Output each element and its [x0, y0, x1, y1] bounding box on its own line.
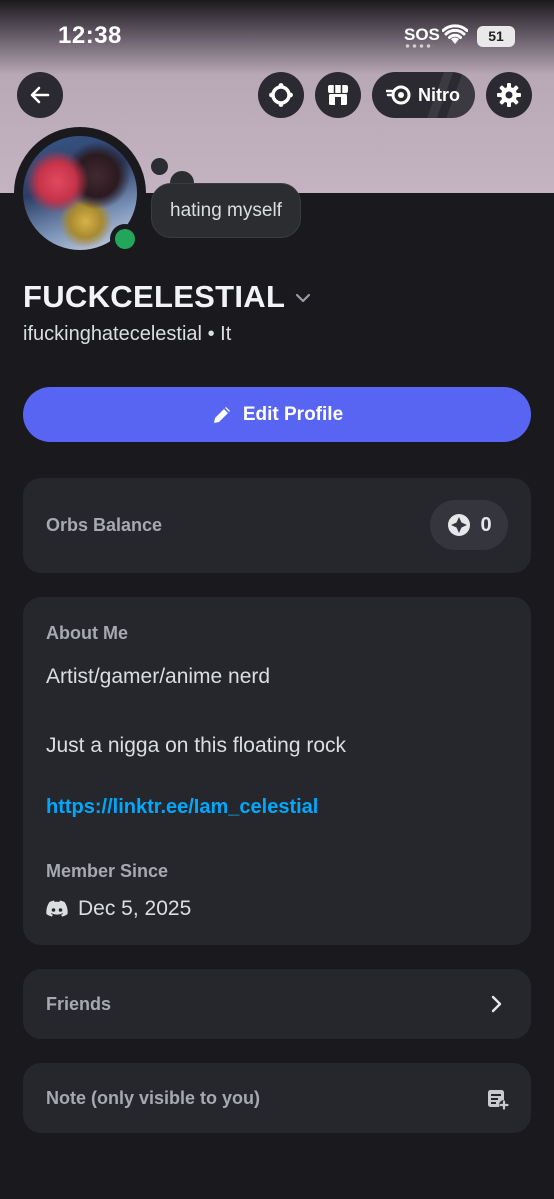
member-since-row: Dec 5, 2025: [46, 897, 191, 921]
about-me-line-1: Artist/gamer/anime nerd: [46, 665, 271, 688]
orbs-count: 0: [480, 513, 492, 536]
edit-profile-label: Edit Profile: [242, 403, 344, 425]
pencil-icon: [213, 406, 230, 423]
username: ifuckinghatecelestial: [23, 323, 202, 345]
display-name: FUCKCELESTIAL: [23, 279, 286, 314]
about-me-line-2: Just a nigga on this floating rock: [46, 734, 347, 757]
about-me-link[interactable]: https://linktr.ee/Iam_celestial: [46, 796, 318, 819]
chevron-right-icon: [491, 995, 502, 1013]
shop-button[interactable]: [315, 72, 361, 118]
note-label: Note (only visible to you): [46, 1088, 261, 1108]
status-bubble-dot-small: [151, 158, 168, 175]
status-bar: 12:38 SOS 51: [0, 0, 554, 72]
nitro-icon: [386, 85, 411, 105]
note-row[interactable]: Note (only visible to you): [23, 1063, 531, 1133]
nitro-label: Nitro: [418, 84, 460, 105]
battery-icon: 51: [477, 26, 515, 47]
pronouns: It: [220, 323, 232, 345]
online-dot: [115, 229, 135, 249]
custom-status-bubble[interactable]: hating myself: [151, 183, 301, 238]
wifi-icon: [442, 24, 468, 44]
chevron-down-icon[interactable]: [293, 288, 313, 308]
friends-label: Friends: [46, 994, 112, 1014]
settings-button[interactable]: [486, 72, 532, 118]
sos-indicator: SOS: [404, 25, 440, 44]
quest-icon: [269, 83, 293, 107]
friends-row[interactable]: Friends: [23, 969, 531, 1039]
back-arrow-icon: [30, 86, 50, 104]
member-since-date: Dec 5, 2025: [78, 897, 192, 920]
gear-icon: [497, 83, 521, 107]
orbs-balance-label: Orbs Balance: [46, 515, 163, 535]
signal-dots: [404, 44, 434, 48]
about-me-card: About Me Artist/gamer/anime nerd Just a …: [23, 597, 531, 945]
orbs-balance-pill[interactable]: 0: [430, 500, 508, 550]
status-time: 12:38: [58, 22, 122, 49]
member-since-heading: Member Since: [46, 861, 169, 881]
orbs-balance-card[interactable]: Orbs Balance 0: [23, 478, 531, 573]
orb-icon: [448, 514, 471, 536]
online-status-indicator: [110, 224, 140, 254]
note-add-icon[interactable]: [486, 1087, 510, 1111]
username-line: ifuckinghatecelestial • It: [23, 323, 231, 346]
about-me-heading: About Me: [46, 623, 128, 643]
shop-icon: [328, 85, 348, 105]
discord-logo-icon: [46, 900, 68, 917]
quests-button[interactable]: [258, 72, 304, 118]
back-button[interactable]: [17, 72, 63, 118]
edit-profile-button[interactable]: Edit Profile: [23, 387, 531, 442]
username-separator: •: [207, 323, 215, 345]
nitro-button[interactable]: Nitro: [372, 72, 475, 118]
